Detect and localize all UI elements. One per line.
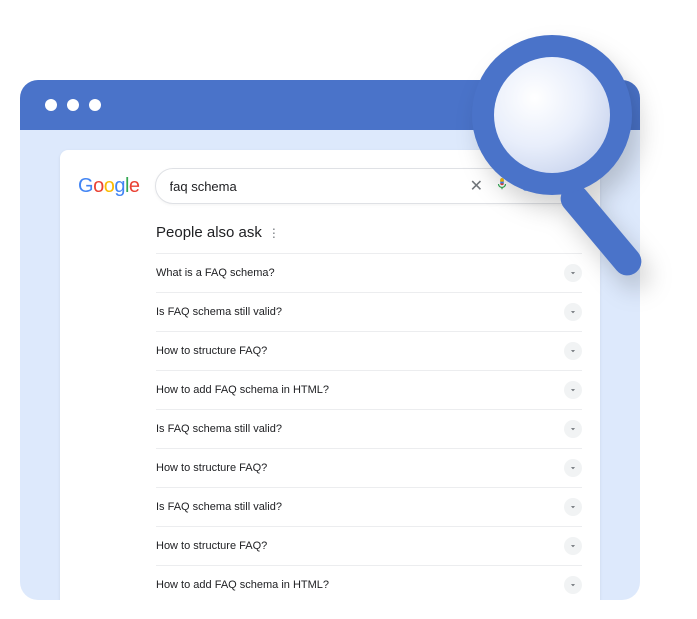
window-controls [45,99,101,111]
paa-question: How to structure FAQ? [156,462,267,474]
search-input[interactable] [170,179,470,194]
paa-question: Is FAQ schema still valid? [156,423,282,435]
logo-letter: o [104,175,115,197]
chevron-down-icon[interactable] [564,537,582,555]
logo-letter: o [93,175,104,197]
paa-item[interactable]: Is FAQ schema still valid? [156,487,582,526]
paa-question: How to structure FAQ? [156,345,267,357]
paa-question: How to structure FAQ? [156,540,267,552]
chevron-down-icon[interactable] [564,303,582,321]
chevron-down-icon[interactable] [564,420,582,438]
paa-item[interactable]: How to structure FAQ? [156,526,582,565]
window-close-dot[interactable] [45,99,57,111]
paa-question: How to add FAQ schema in HTML? [156,579,329,591]
logo-letter: G [78,175,93,197]
google-logo: Google [78,175,140,198]
results-area: People also ask ⋮ What is a FAQ schema? I… [78,224,582,600]
paa-item[interactable]: Is FAQ schema still valid? [156,409,582,448]
paa-item[interactable]: How to add FAQ schema in HTML? [156,565,582,600]
people-also-ask-list: What is a FAQ schema? Is FAQ schema still… [156,253,582,600]
chevron-down-icon[interactable] [564,498,582,516]
logo-letter: g [114,175,125,197]
magnifying-glass-icon [447,20,667,280]
paa-item[interactable]: How to structure FAQ? [156,331,582,370]
kebab-menu-icon[interactable]: ⋮ [268,226,280,240]
logo-letter: e [129,175,140,197]
paa-question: What is a FAQ schema? [156,267,275,279]
paa-question: Is FAQ schema still valid? [156,501,282,513]
chevron-down-icon[interactable] [564,342,582,360]
people-also-ask-title: People also ask [156,224,262,241]
chevron-down-icon[interactable] [564,459,582,477]
window-maximize-dot[interactable] [89,99,101,111]
paa-item[interactable]: How to add FAQ schema in HTML? [156,370,582,409]
paa-item[interactable]: Is FAQ schema still valid? [156,292,582,331]
paa-question: How to add FAQ schema in HTML? [156,384,329,396]
paa-question: Is FAQ schema still valid? [156,306,282,318]
chevron-down-icon[interactable] [564,381,582,399]
paa-item[interactable]: How to structure FAQ? [156,448,582,487]
chevron-down-icon[interactable] [564,576,582,594]
window-minimize-dot[interactable] [67,99,79,111]
